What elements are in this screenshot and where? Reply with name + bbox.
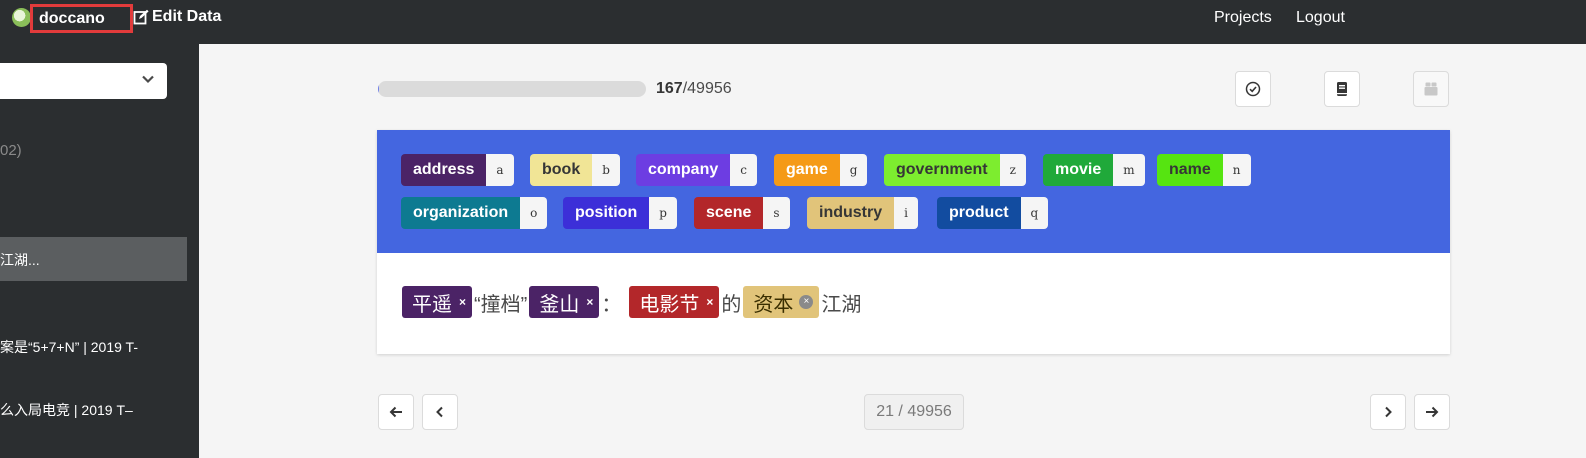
label-shortcut-key: s	[763, 197, 790, 229]
brand-name[interactable]: doccano	[30, 4, 133, 33]
entity-text: 资本	[753, 293, 794, 316]
chevron-right-icon	[1385, 406, 1392, 418]
plain-text: ：	[601, 293, 622, 316]
label-name: game	[774, 154, 840, 186]
progress-fill	[378, 81, 379, 97]
progress-bar	[378, 81, 646, 97]
remove-entity-button[interactable]: ×	[459, 295, 466, 309]
previous-page-button[interactable]	[422, 394, 458, 430]
document-text[interactable]: 平遥 × “撞档” 釜山 × ： 电影节 × 的 资本 × 江湖	[401, 286, 862, 318]
approve-button[interactable]	[1235, 71, 1271, 107]
next-page-button[interactable]	[1370, 394, 1406, 430]
page-counter: 21 / 49956	[864, 394, 964, 430]
document-count: 02)	[0, 142, 22, 159]
sidebar: 02) 江湖... 案是“5+7+N” | 2019 T- 么入局电竞 | 20…	[0, 44, 199, 458]
label-shortcut-key: z	[999, 154, 1026, 186]
label-shortcut-key: p	[649, 197, 677, 229]
doccano-logo-icon[interactable]	[12, 8, 31, 27]
label-shortcut-key: b	[592, 154, 620, 186]
annotation-card: address a book b company c game g govern…	[377, 130, 1450, 354]
box-icon	[1424, 82, 1438, 96]
label-name: address	[401, 154, 487, 186]
entity-span-address[interactable]: 平遥 ×	[402, 286, 473, 318]
arrow-right-icon	[1426, 406, 1439, 418]
remove-entity-button[interactable]: ×	[799, 295, 814, 309]
remove-entity-button[interactable]: ×	[586, 295, 593, 309]
plain-text: 的	[721, 293, 742, 316]
label-shortcut-key: i	[894, 197, 918, 229]
label-name: industry	[807, 197, 895, 229]
plain-text: 江湖	[821, 293, 862, 316]
entity-span-scene[interactable]: 电影节 ×	[629, 286, 720, 318]
progress-total: /49956	[682, 80, 732, 97]
label-shortcut-key: n	[1222, 154, 1251, 186]
label-address[interactable]: address a	[401, 154, 514, 186]
label-name: government	[884, 154, 1000, 186]
label-name[interactable]: name n	[1157, 154, 1251, 186]
arrow-left-icon	[389, 406, 402, 418]
label-company[interactable]: company c	[636, 154, 757, 186]
label-shortcut-key: q	[1020, 197, 1049, 229]
label-game[interactable]: game g	[774, 154, 868, 186]
label-product[interactable]: product q	[937, 197, 1049, 229]
progress-done: 167	[656, 80, 683, 97]
entity-span-address[interactable]: 釜山 ×	[529, 286, 600, 318]
logout-link[interactable]: Logout	[1296, 9, 1345, 27]
guideline-button[interactable]	[1324, 71, 1360, 107]
chevron-left-icon	[436, 406, 443, 418]
sidebar-document-item[interactable]: 么入局电竞 | 2019 T–	[0, 400, 133, 420]
projects-link[interactable]: Projects	[1214, 9, 1272, 27]
label-name: product	[937, 197, 1021, 229]
label-position[interactable]: position p	[563, 197, 677, 229]
sidebar-document-title: 江湖...	[0, 252, 40, 268]
label-name: book	[530, 154, 593, 186]
label-scene[interactable]: scene s	[694, 197, 790, 229]
label-name: scene	[694, 197, 764, 229]
first-page-button[interactable]	[378, 394, 414, 430]
sidebar-document-item[interactable]: 案是“5+7+N” | 2019 T-	[0, 337, 138, 357]
label-shortcut-key: a	[486, 154, 514, 186]
entity-text: 平遥	[412, 293, 452, 316]
label-shortcut-key: c	[730, 154, 757, 186]
label-name: organization	[401, 197, 521, 229]
edit-data-link[interactable]: Edit Data	[133, 8, 221, 26]
label-organization[interactable]: organization o	[401, 197, 548, 229]
book-icon	[1337, 82, 1347, 96]
label-name: movie	[1043, 154, 1114, 186]
progress-text: 167/49956	[656, 80, 732, 98]
edit-data-label: Edit Data	[152, 8, 222, 25]
download-button[interactable]	[1413, 71, 1449, 107]
top-navbar: doccano Edit Data Projects Logout	[0, 0, 1586, 44]
plain-text: “撞档”	[474, 293, 528, 316]
sidebar-document-title: 案是“5+7+N” | 2019 T-	[0, 339, 138, 355]
label-name: name	[1157, 154, 1223, 186]
label-shortcut-key: g	[839, 154, 868, 186]
label-movie[interactable]: movie m	[1043, 154, 1145, 186]
edit-icon	[133, 9, 149, 25]
check-circle-icon	[1245, 81, 1261, 97]
label-palette: address a book b company c game g govern…	[377, 130, 1450, 253]
sidebar-document-item[interactable]: 江湖...	[0, 237, 187, 281]
last-page-button[interactable]	[1414, 394, 1450, 430]
document-filter-select[interactable]	[0, 63, 167, 99]
entity-text: 釜山	[539, 293, 580, 316]
entity-span-industry[interactable]: 资本 ×	[743, 286, 820, 318]
label-industry[interactable]: industry i	[807, 197, 918, 229]
label-book[interactable]: book b	[530, 154, 620, 186]
sidebar-document-title: 么入局电竞 | 2019 T–	[0, 402, 133, 418]
label-name: position	[563, 197, 650, 229]
label-government[interactable]: government z	[884, 154, 1026, 186]
entity-text: 电影节	[639, 293, 700, 316]
remove-entity-button[interactable]: ×	[706, 295, 713, 309]
label-name: company	[636, 154, 731, 186]
label-shortcut-key: m	[1113, 154, 1145, 186]
label-shortcut-key: o	[520, 197, 548, 229]
chevron-down-icon	[142, 75, 154, 84]
